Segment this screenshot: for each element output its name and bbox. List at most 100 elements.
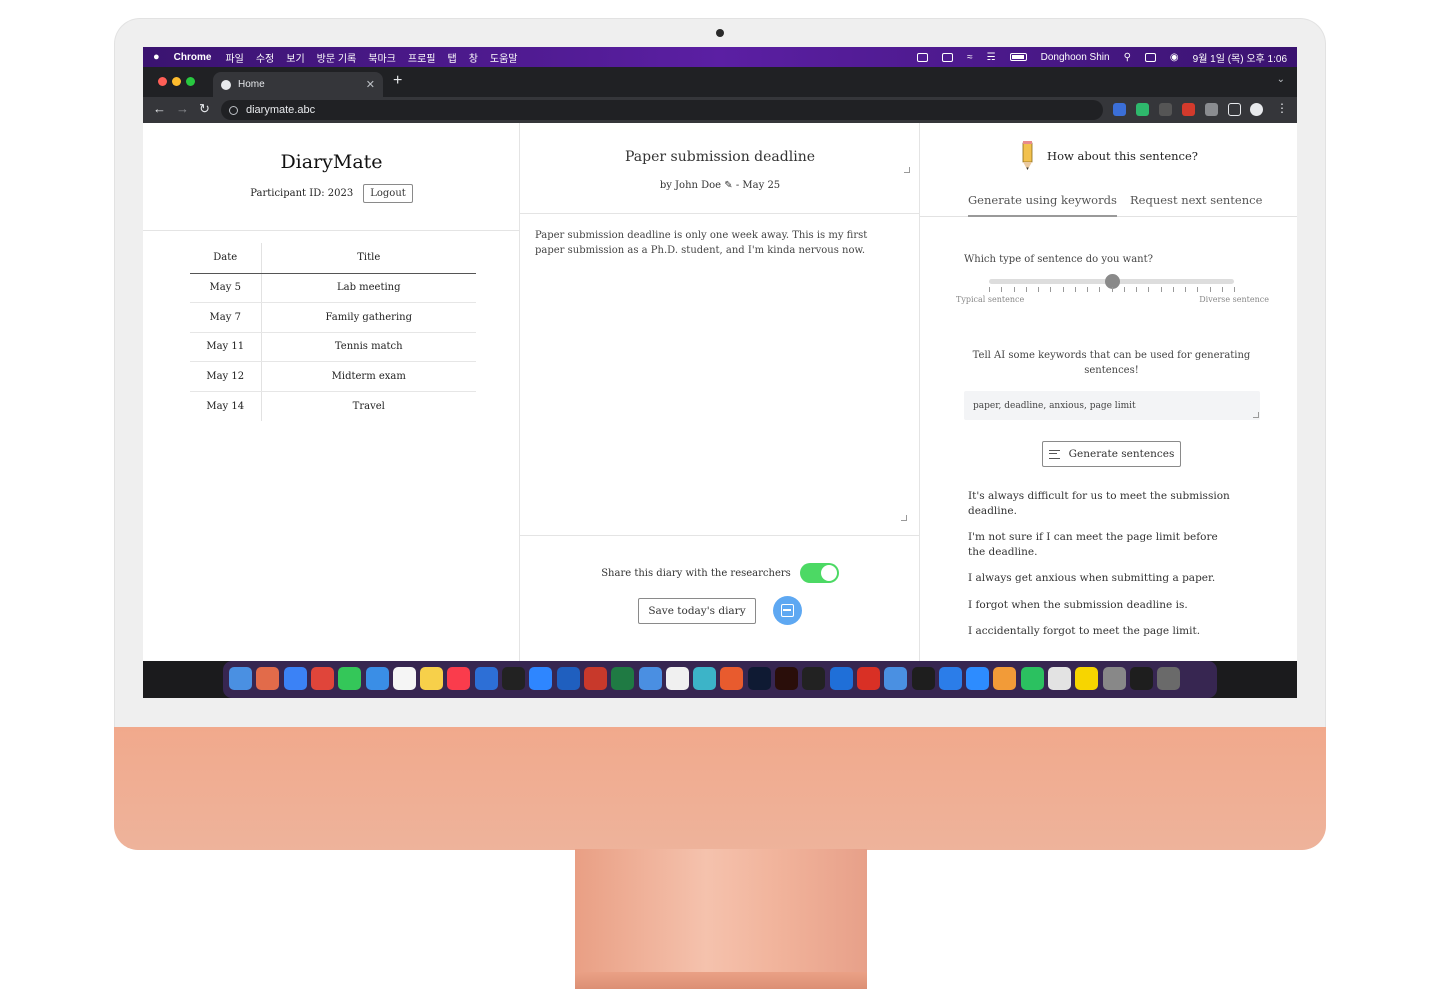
new-tab-icon[interactable]: + [393, 72, 402, 90]
dock-app-icon[interactable] [338, 667, 362, 690]
dock-app-icon[interactable] [1102, 667, 1126, 690]
row-title[interactable]: Family gathering [261, 302, 476, 333]
table-row[interactable]: May 11 Tennis match [190, 332, 476, 363]
control-center-icon[interactable] [1144, 52, 1156, 62]
menu-help[interactable]: 도움말 [490, 50, 518, 65]
row-title[interactable]: Travel [261, 391, 476, 421]
dock-app-icon[interactable] [1020, 667, 1044, 690]
dock-app-icon[interactable] [911, 667, 935, 690]
dock-app-icon[interactable] [392, 667, 416, 690]
row-title[interactable]: Midterm exam [261, 361, 476, 392]
menu-profile[interactable]: 프로필 [408, 50, 436, 65]
table-row[interactable]: May 7 Family gathering [190, 302, 476, 333]
generate-sentences-button[interactable]: Generate sentences [1042, 441, 1181, 467]
dock-app-icon[interactable] [1157, 667, 1181, 690]
dock-app-icon[interactable] [665, 667, 689, 690]
window-minimize-icon[interactable] [172, 77, 181, 86]
dock-app-icon[interactable] [802, 667, 826, 690]
tab-search-chevron-icon[interactable]: ⌄ [1277, 74, 1285, 85]
resize-handle-icon[interactable] [904, 167, 910, 173]
side-panel-icon[interactable] [1228, 103, 1241, 116]
dock-app-icon[interactable] [775, 667, 798, 690]
forward-arrow-icon[interactable]: → [176, 101, 189, 116]
dock-app-icon[interactable] [638, 667, 662, 690]
tab-close-icon[interactable]: ✕ [366, 78, 375, 91]
window-zoom-icon[interactable] [186, 77, 195, 86]
dock-app-icon[interactable] [583, 667, 607, 690]
address-bar[interactable]: diarymate.abc [221, 100, 1103, 120]
dock-app-icon[interactable] [829, 667, 853, 690]
dock-app-icon[interactable] [938, 667, 962, 690]
diary-body-textarea[interactable]: Paper submission deadline is only one we… [535, 229, 895, 258]
reload-icon[interactable]: ↻ [199, 101, 210, 117]
dock-app-icon[interactable] [966, 667, 990, 690]
menu-bookmarks[interactable]: 북마크 [368, 50, 396, 65]
dock-app-icon[interactable] [1048, 667, 1071, 690]
layout-icon[interactable] [917, 52, 929, 62]
menu-user-name[interactable]: Donghoon Shin [1041, 52, 1110, 63]
extension-shield-icon[interactable] [1113, 103, 1126, 116]
sentence-type-slider[interactable] [989, 274, 1234, 289]
menu-file[interactable]: 파일 [225, 50, 243, 65]
menu-tab[interactable]: 탭 [447, 50, 456, 65]
suggestion-item[interactable]: I forgot when the submission deadline is… [968, 598, 1230, 613]
dock-app-icon[interactable] [283, 667, 307, 690]
suggestion-item[interactable]: I accidentally forgot to meet the page l… [968, 624, 1230, 639]
dock-app-icon[interactable] [611, 667, 635, 690]
dock-app-icon[interactable] [420, 667, 444, 690]
table-row[interactable]: May 14 Travel [190, 391, 476, 421]
share-toggle[interactable] [799, 563, 839, 583]
row-title[interactable]: Tennis match [261, 332, 476, 363]
browser-tab[interactable]: Home ✕ [213, 72, 383, 97]
menu-window[interactable]: 창 [469, 50, 478, 65]
dock-app-icon[interactable] [502, 667, 525, 690]
scan-button[interactable] [772, 596, 802, 625]
pencil-icon[interactable]: ✎ [724, 180, 732, 191]
entry-title-input[interactable]: Paper submission deadline [520, 149, 920, 165]
resize-handle-icon[interactable] [1253, 412, 1259, 418]
menu-history[interactable]: 방문 기록 [317, 50, 357, 65]
dock-app-icon[interactable] [720, 667, 744, 690]
extension-formula-icon[interactable] [1159, 103, 1172, 116]
extensions-puzzle-icon[interactable] [1205, 103, 1218, 116]
keywords-input[interactable] [964, 391, 1260, 420]
profile-avatar-icon[interactable] [1250, 103, 1263, 116]
extension-grammar-icon[interactable] [1136, 103, 1149, 116]
dock-app-icon[interactable] [365, 667, 389, 690]
dock-app-icon[interactable] [884, 667, 908, 690]
spotlight-icon[interactable]: ⚲ [1124, 52, 1131, 63]
logout-button[interactable]: Logout [363, 184, 413, 203]
dock-app-icon[interactable] [1075, 667, 1099, 690]
input-source-icon[interactable] [942, 52, 954, 62]
apple-icon[interactable]: ● [153, 51, 160, 63]
save-diary-button[interactable]: Save today's diary [638, 597, 756, 624]
dock-app-icon[interactable] [1129, 667, 1153, 690]
dock-app-icon[interactable] [229, 667, 252, 690]
tab-request-next-sentence[interactable]: Request next sentence [1130, 193, 1262, 217]
dock-app-icon[interactable] [474, 667, 498, 690]
tab-generate-keywords[interactable]: Generate using keywords [968, 193, 1117, 217]
dock-app-icon[interactable] [693, 667, 717, 690]
battery-icon[interactable] [1009, 53, 1027, 61]
row-title[interactable]: Lab meeting [261, 273, 476, 304]
dock-app-icon[interactable] [556, 667, 580, 690]
menu-view[interactable]: 보기 [286, 50, 304, 65]
dock-app-icon[interactable] [747, 667, 771, 690]
suggestion-item[interactable]: I always get anxious when submitting a p… [968, 571, 1230, 586]
suggestion-item[interactable]: It's always difficult for us to meet the… [968, 489, 1230, 518]
bluetooth-icon[interactable]: ≈ [967, 52, 973, 63]
wifi-icon[interactable]: ☴ [987, 52, 996, 63]
menu-app-name[interactable]: Chrome [174, 52, 212, 63]
resize-handle-icon[interactable] [901, 515, 907, 521]
back-arrow-icon[interactable]: ← [153, 101, 166, 116]
siri-icon[interactable]: ◉ [1170, 52, 1179, 63]
window-close-icon[interactable] [158, 77, 167, 86]
menu-edit[interactable]: 수정 [256, 50, 274, 65]
table-row[interactable]: May 5 Lab meeting [190, 273, 476, 304]
chrome-menu-icon[interactable]: ⋮ [1276, 101, 1288, 115]
suggestion-item[interactable]: I'm not sure if I can meet the page limi… [968, 530, 1230, 559]
menu-clock[interactable]: 9월 1일 (목) 오후 1:06 [1193, 50, 1287, 65]
extension-red-icon[interactable] [1182, 103, 1195, 116]
dock-app-icon[interactable] [856, 667, 880, 690]
dock-app-icon[interactable] [310, 667, 334, 690]
